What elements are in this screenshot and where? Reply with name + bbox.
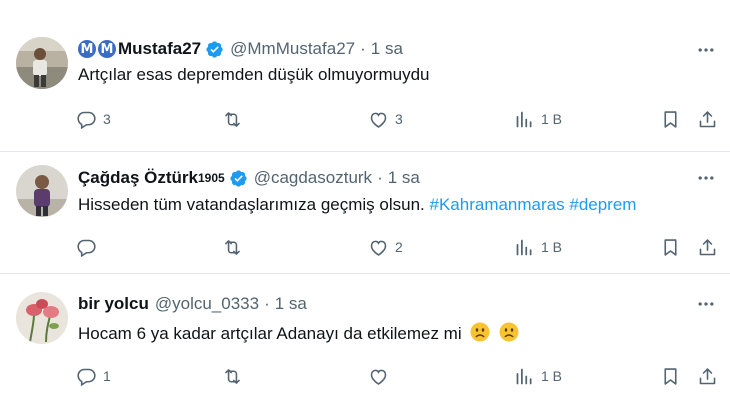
more-options-button[interactable]: [694, 292, 718, 316]
retweet-button[interactable]: [222, 234, 249, 260]
tweet-text-plain: Hocam 6 ya kadar artçılar Adanayı da etk…: [78, 324, 462, 343]
tweet-actions: 1 1 B: [0, 363, 730, 389]
reply-button[interactable]: 3: [76, 106, 111, 132]
views-button[interactable]: 1 B: [514, 234, 562, 260]
like-count: 2: [395, 239, 403, 255]
name-badge-icon: M: [98, 40, 116, 58]
analytics-icon: [516, 368, 532, 384]
bookmark-button[interactable]: [660, 363, 681, 389]
tweet-text: Hocam 6 ya kadar artçılar Adanayı da etk…: [78, 322, 519, 344]
timestamp[interactable]: 1 sa: [388, 168, 420, 188]
tweet-actions: 2 1 B: [0, 234, 730, 260]
display-name[interactable]: Mustafa27: [118, 39, 201, 59]
retweet-button[interactable]: [222, 363, 249, 389]
hashtag-link[interactable]: #deprem: [569, 195, 636, 214]
share-button[interactable]: [697, 234, 718, 260]
share-icon: [699, 238, 716, 255]
retweet-button[interactable]: [222, 106, 249, 132]
handle[interactable]: @MmMustafa27: [230, 39, 355, 59]
bookmark-icon: [664, 110, 677, 128]
heart-icon: [370, 112, 387, 128]
avatar[interactable]: [16, 292, 68, 344]
separator-dot: ·: [377, 168, 383, 187]
like-button[interactable]: [368, 363, 395, 389]
avatar[interactable]: [16, 37, 68, 89]
tweet-feed: M M Mustafa27 @MmMustafa27 · 1 sa Artçıl…: [0, 0, 730, 420]
views-button[interactable]: 1 B: [514, 106, 562, 132]
name-badge-icon: M: [78, 40, 96, 58]
tweet[interactable]: M M Mustafa27 @MmMustafa27 · 1 sa Artçıl…: [0, 0, 730, 152]
tweet-header: M M Mustafa27 @MmMustafa27 · 1 sa: [78, 37, 403, 61]
handle[interactable]: @cagdasozturk: [254, 168, 372, 188]
heart-icon: [370, 240, 387, 256]
heart-icon: [370, 369, 387, 385]
more-icon: [698, 48, 714, 52]
retweet-icon: [225, 239, 240, 255]
retweet-icon: [225, 368, 240, 384]
name-superscript: 1905: [197, 171, 225, 185]
more-options-button[interactable]: [694, 166, 718, 190]
separator-dot: ·: [264, 294, 270, 313]
display-name[interactable]: bir yolcu: [78, 294, 149, 314]
like-count: 3: [395, 111, 403, 127]
view-count: 1 B: [541, 368, 563, 384]
tweet-text: Artçılar esas depremden düşük olmuyormuy…: [78, 65, 430, 84]
like-button[interactable]: 3: [368, 106, 403, 132]
reply-icon: [77, 368, 96, 386]
tweet-header: Çağdaş Öztürk 1905 @cagdasozturk · 1 sa: [78, 166, 420, 190]
bookmark-button[interactable]: [660, 234, 681, 260]
verified-badge-icon: [230, 169, 247, 187]
retweet-icon: [225, 111, 240, 127]
timestamp[interactable]: 1 sa: [371, 39, 403, 59]
more-icon: [698, 176, 714, 180]
view-count: 1 B: [541, 239, 563, 255]
like-button[interactable]: 2: [368, 234, 403, 260]
reply-icon: [77, 239, 96, 257]
separator-dot: ·: [360, 39, 366, 58]
avatar-photo-icon: [16, 37, 68, 89]
reply-button[interactable]: 1: [76, 363, 111, 389]
handle[interactable]: @yolcu_0333: [155, 294, 259, 314]
bookmark-button[interactable]: [660, 106, 681, 132]
analytics-icon: [516, 239, 532, 255]
avatar-flowers-icon: [16, 292, 68, 344]
tweet[interactable]: bir yolcu @yolcu_0333 · 1 sa Hocam 6 ya …: [0, 274, 730, 420]
timestamp[interactable]: 1 sa: [275, 294, 307, 314]
tweet-text: Hisseden tüm vatandaşlarımıza geçmiş ols…: [78, 195, 636, 215]
tweet[interactable]: Çağdaş Öztürk 1905 @cagdasozturk · 1 sa …: [0, 152, 730, 273]
analytics-icon: [516, 111, 532, 127]
share-button[interactable]: [697, 363, 718, 389]
share-icon: [699, 110, 716, 127]
view-count: 1 B: [541, 111, 563, 127]
share-button[interactable]: [697, 106, 718, 132]
tweet-header: bir yolcu @yolcu_0333 · 1 sa: [78, 292, 307, 316]
more-icon: [698, 302, 714, 306]
reply-icon: [77, 111, 96, 129]
verified-badge-icon: [206, 40, 223, 58]
frowning-face-icon: [499, 322, 519, 342]
reply-count: 3: [103, 111, 111, 127]
reply-count: 1: [103, 368, 111, 384]
display-name[interactable]: Çağdaş Öztürk: [78, 168, 198, 188]
bookmark-icon: [664, 367, 677, 385]
avatar[interactable]: [16, 165, 68, 217]
more-options-button[interactable]: [694, 38, 718, 62]
share-icon: [699, 367, 716, 384]
avatar-photo-icon: [16, 165, 68, 217]
reply-button[interactable]: [76, 234, 103, 260]
bookmark-icon: [664, 238, 677, 256]
frowning-face-icon: [470, 322, 490, 342]
hashtag-link[interactable]: #Kahramanmaras: [430, 195, 565, 214]
tweet-actions: 3 3 1 B: [0, 106, 730, 132]
views-button[interactable]: 1 B: [514, 363, 562, 389]
tweet-text-plain: Hisseden tüm vatandaşlarımıza geçmiş ols…: [78, 195, 425, 214]
